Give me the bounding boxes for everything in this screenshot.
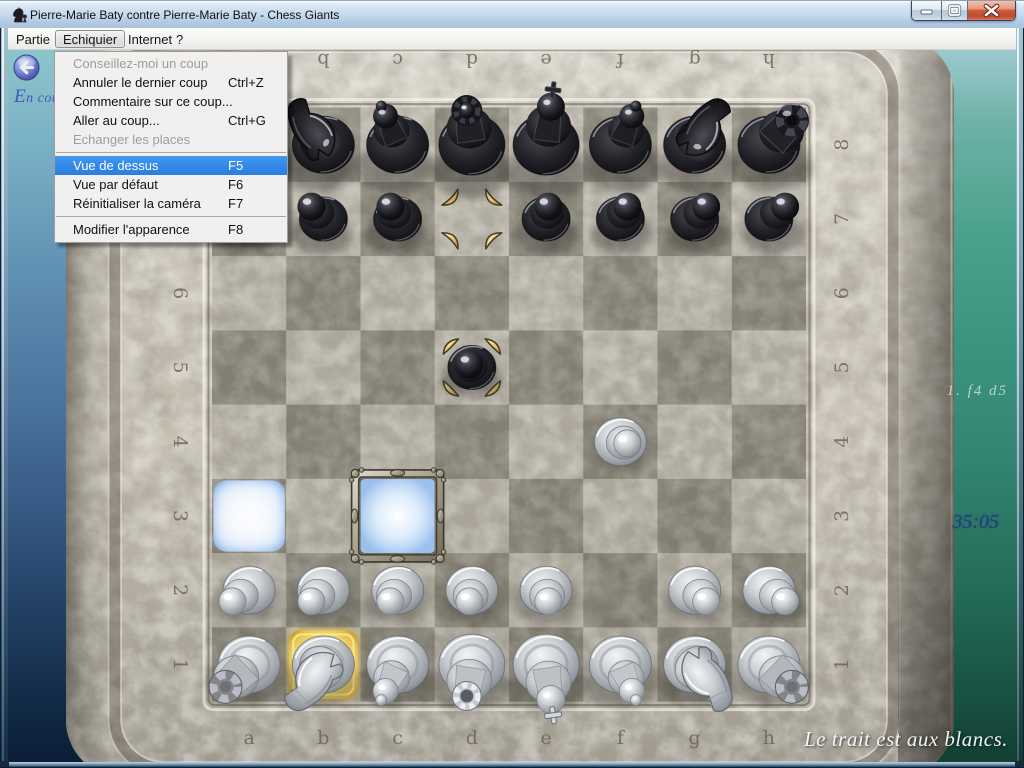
context-menu-item-shortcut: F5 <box>228 156 243 175</box>
application-window: aabbccddeeffgghh1122334455667788 En cou … <box>0 0 1024 768</box>
move-list: 1. f4 d5 <box>947 383 1008 400</box>
svg-text:b: b <box>317 727 329 749</box>
menu-echiquier[interactable]: Echiquier <box>55 30 125 48</box>
window-border-bottom <box>0 762 1024 768</box>
svg-text:g: g <box>689 50 701 71</box>
menu-partie[interactable]: Partie <box>8 30 58 48</box>
svg-text:h: h <box>763 50 775 71</box>
maximize-icon <box>942 1 967 20</box>
context-menu-separator <box>56 216 286 217</box>
context-menu-item-vue-par-d-faut[interactable]: Vue par défaut F6 <box>55 175 287 194</box>
context-menu-item-label: Réinitialiser la caméra <box>73 194 201 213</box>
svg-text:5: 5 <box>831 361 853 373</box>
context-menu-item-annuler-le-dernier-coup[interactable]: Annuler le dernier coup Ctrl+Z <box>55 73 287 92</box>
svg-text:2: 2 <box>831 584 853 596</box>
context-menu-item-shortcut: F6 <box>228 175 243 194</box>
svg-text:7: 7 <box>831 213 853 225</box>
context-menu-item-shortcut: Ctrl+Z <box>228 73 264 92</box>
move-target-square[interactable] <box>214 480 285 551</box>
svg-text:g: g <box>689 727 701 749</box>
context-menu-item-modifier-l-apparence[interactable]: Modifier l'apparence F8 <box>55 220 287 239</box>
game-clock: 35:05 <box>952 511 999 534</box>
svg-text:2: 2 <box>169 584 191 596</box>
svg-text:3: 3 <box>831 510 853 522</box>
back-button[interactable] <box>13 54 40 81</box>
svg-text:h: h <box>763 727 775 749</box>
context-menu-item-label: Annuler le dernier coup <box>73 73 207 92</box>
context-menu-item-shortcut: Ctrl+G <box>228 111 266 130</box>
menu-?[interactable]: ? <box>168 30 191 48</box>
hover-target-frame[interactable] <box>349 468 446 565</box>
context-menu-item-label: Modifier l'apparence <box>73 220 190 239</box>
context-menu-item-shortcut: F7 <box>228 194 243 213</box>
caption-buttons <box>911 1 1016 21</box>
context-menu-item-label: Aller au coup... <box>73 111 160 130</box>
context-menu-item-r-initialiser-la-cam-ra[interactable]: Réinitialiser la caméra F7 <box>55 194 287 213</box>
minimize-icon <box>912 1 941 20</box>
svg-text:6: 6 <box>831 287 853 299</box>
menubar: PartieEchiquierInternet? <box>1 28 1023 50</box>
context-menu-item-label: Conseillez-moi un coup <box>73 54 208 73</box>
svg-text:a: a <box>243 727 254 749</box>
svg-text:3: 3 <box>169 510 191 522</box>
context-menu-item-vue-de-dessus[interactable]: Vue de dessus F5 <box>55 156 287 175</box>
context-menu-item-label: Vue par défaut <box>73 175 158 194</box>
window-title: Pierre-Marie Baty contre Pierre-Marie Ba… <box>30 8 339 22</box>
window-chess-icon <box>10 6 28 24</box>
svg-text:1: 1 <box>831 658 853 670</box>
svg-text:1: 1 <box>169 658 191 670</box>
context-menu-item-conseillez-moi-un-coup: Conseillez-moi un coup <box>55 54 287 73</box>
svg-text:e: e <box>541 50 552 71</box>
context-menu-item-label: Vue de dessus <box>73 156 159 175</box>
svg-text:8: 8 <box>831 139 853 151</box>
svg-text:b: b <box>317 50 329 71</box>
svg-text:c: c <box>392 50 403 71</box>
context-menu-item-commentaire-sur-ce-coup[interactable]: Commentaire sur ce coup... <box>55 92 287 111</box>
svg-text:4: 4 <box>831 436 853 448</box>
svg-text:6: 6 <box>169 287 191 299</box>
maximize-button[interactable] <box>942 1 968 20</box>
context-menu-item-label: Commentaire sur ce coup... <box>73 92 233 111</box>
minimize-button[interactable] <box>912 1 942 20</box>
close-button[interactable] <box>968 1 1015 20</box>
context-menu-item-echanger-les-places: Echanger les places <box>55 130 287 149</box>
context-menu-item-aller-au-coup[interactable]: Aller au coup... Ctrl+G <box>55 111 287 130</box>
svg-text:c: c <box>392 727 403 749</box>
svg-text:d: d <box>466 727 478 749</box>
svg-text:4: 4 <box>169 436 191 448</box>
context-menu-item-shortcut: F8 <box>228 220 243 239</box>
close-icon <box>968 1 1015 20</box>
titlebar[interactable]: Pierre-Marie Baty contre Pierre-Marie Ba… <box>0 0 1024 28</box>
context-menu-separator <box>56 152 286 153</box>
svg-text:5: 5 <box>169 361 191 373</box>
context-menu-echiquier: Conseillez-moi un coupAnnuler le dernier… <box>54 51 288 243</box>
turn-status: Le trait est aux blancs. <box>804 727 1008 752</box>
context-menu-item-label: Echanger les places <box>73 130 190 149</box>
window-border-left <box>0 28 8 762</box>
svg-text:d: d <box>466 50 478 71</box>
svg-text:e: e <box>541 727 552 749</box>
window-border-right <box>1016 28 1024 762</box>
